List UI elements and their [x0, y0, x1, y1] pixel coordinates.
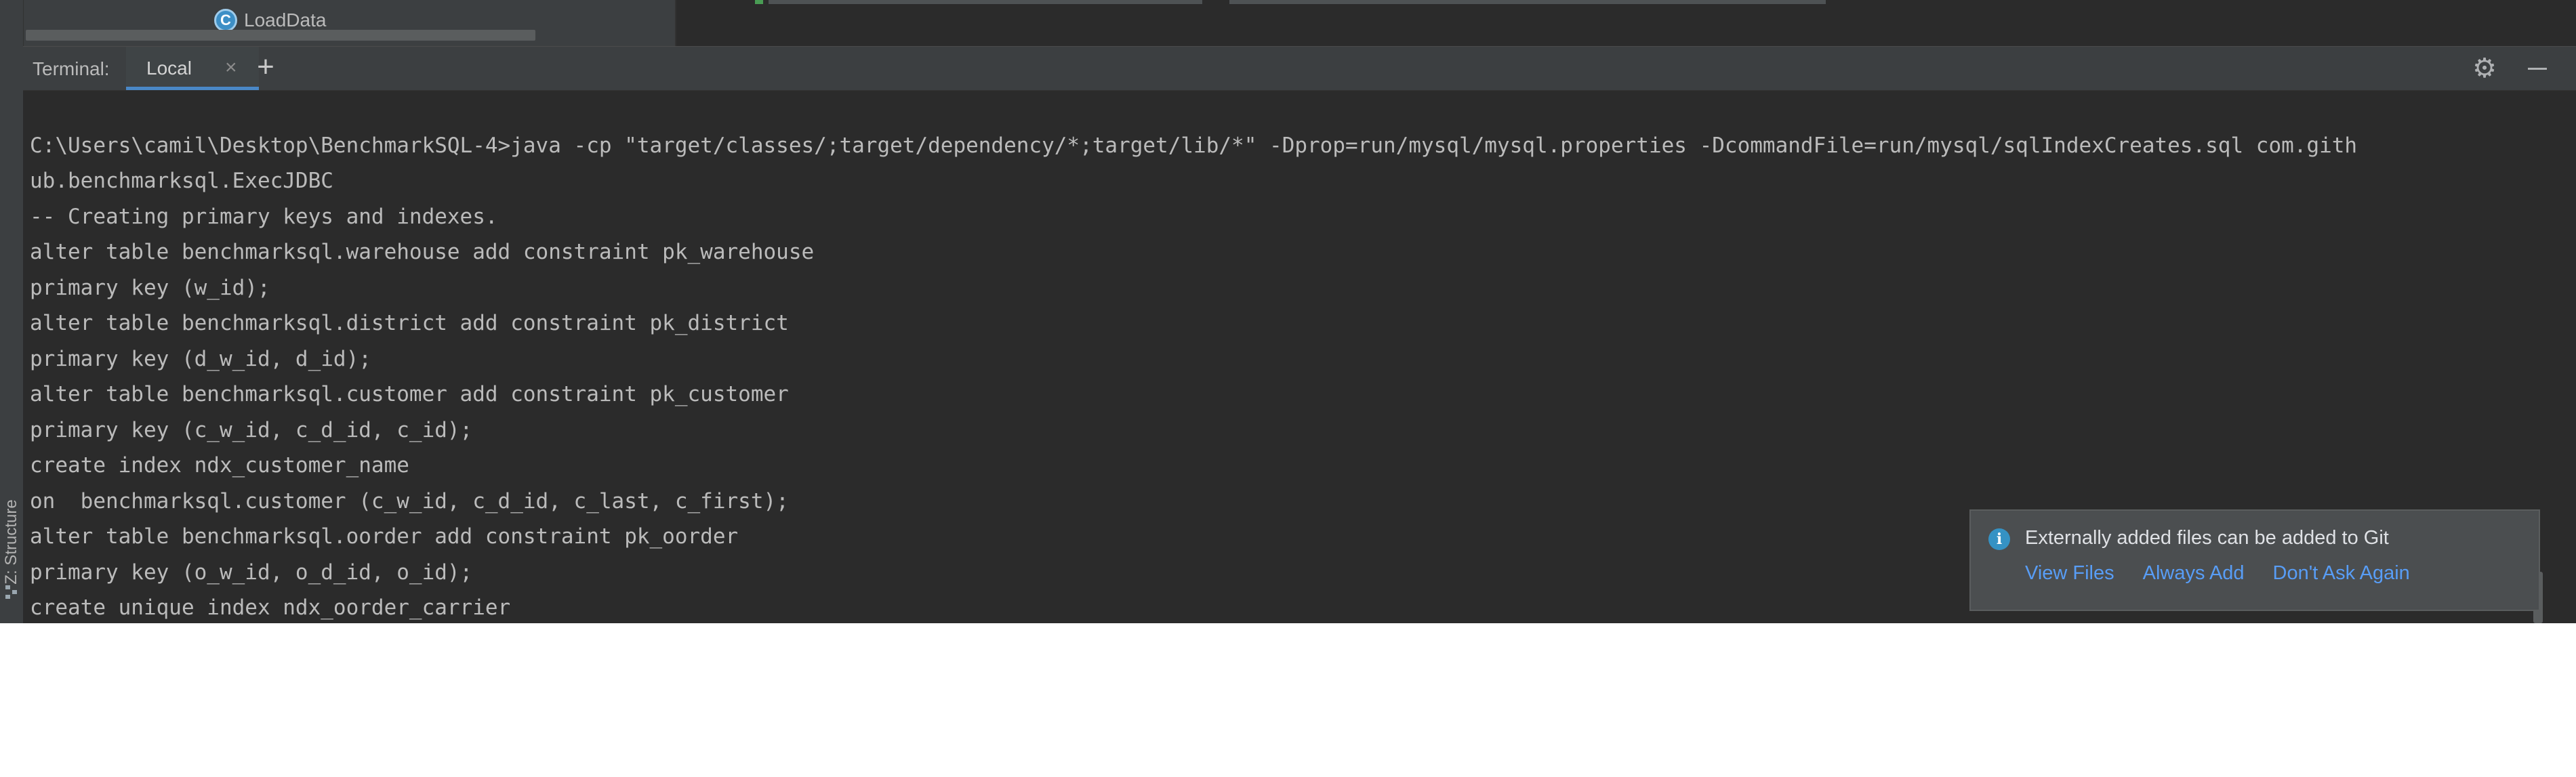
structure-icon: [5, 585, 17, 599]
close-icon[interactable]: ×: [225, 56, 237, 79]
left-tool-strip: Z: Structure: [0, 0, 24, 623]
project-panel: C LoadData: [23, 0, 676, 46]
notification-message: Externally added files can be added to G…: [2025, 527, 2389, 549]
terminal-line: C:\Users\camil\Desktop\BenchmarkSQL-4>ja…: [30, 133, 2358, 158]
tool-window-title: Terminal:: [33, 58, 110, 79]
dont-ask-again-link[interactable]: Don't Ask Again: [2273, 562, 2410, 585]
structure-label: Z: Structure: [2, 499, 20, 585]
terminal-line: alter table benchmarksql.warehouse add c…: [30, 240, 815, 264]
always-add-link[interactable]: Always Add: [2143, 562, 2245, 585]
terminal-line: -- Creating primary keys and indexes.: [30, 205, 498, 229]
gear-icon[interactable]: ⚙: [2470, 54, 2499, 83]
terminal-line: alter table benchmarksql.oorder add cons…: [30, 524, 739, 549]
terminal-line: primary key (c_w_id, c_d_id, c_id);: [30, 418, 473, 442]
terminal-line: alter table benchmarksql.district add co…: [30, 311, 789, 335]
horizontal-scrollbar[interactable]: [26, 30, 535, 41]
view-files-link[interactable]: View Files: [2025, 562, 2114, 585]
notification-actions: View Files Always Add Don't Ask Again: [2025, 562, 2410, 585]
terminal-line: primary key (o_w_id, o_d_id, o_id);: [30, 560, 473, 585]
editor-scrollbars[interactable]: [755, 0, 1853, 4]
structure-tool-button[interactable]: Z: Structure: [0, 474, 23, 610]
terminal-line: alter table benchmarksql.customer add co…: [30, 382, 789, 406]
terminal-line: primary key (w_id);: [30, 276, 270, 300]
tab-local[interactable]: Local ×: [126, 47, 259, 90]
editor-scrollbar-left[interactable]: [769, 0, 1202, 4]
terminal-line: ub.benchmarksql.ExecJDBC: [30, 169, 333, 193]
terminal-tab-bar: Terminal: Local × + ⚙: [23, 46, 2576, 91]
terminal-line: on benchmarksql.customer (c_w_id, c_d_id…: [30, 489, 789, 513]
terminal-line: create index ndx_customer_name: [30, 453, 409, 478]
change-marker: [755, 0, 763, 4]
add-tab-button[interactable]: +: [247, 49, 285, 87]
info-icon: i: [1988, 528, 2010, 550]
class-icon: C: [214, 9, 237, 32]
editor-scrollbar-right[interactable]: [1229, 0, 1826, 4]
terminal-line: create unique index ndx_oorder_carrier: [30, 595, 511, 620]
git-notification: i Externally added files can be added to…: [1969, 509, 2540, 611]
top-strip: C LoadData: [23, 0, 2576, 46]
tree-item-label: LoadData: [244, 9, 327, 30]
ide-window: C LoadData Z: Structure Terminal: Local …: [0, 0, 2576, 623]
terminal-line: primary key (d_w_id, d_id);: [30, 347, 371, 371]
tab-label: Local: [146, 58, 192, 79]
minimize-icon[interactable]: [2522, 54, 2552, 83]
